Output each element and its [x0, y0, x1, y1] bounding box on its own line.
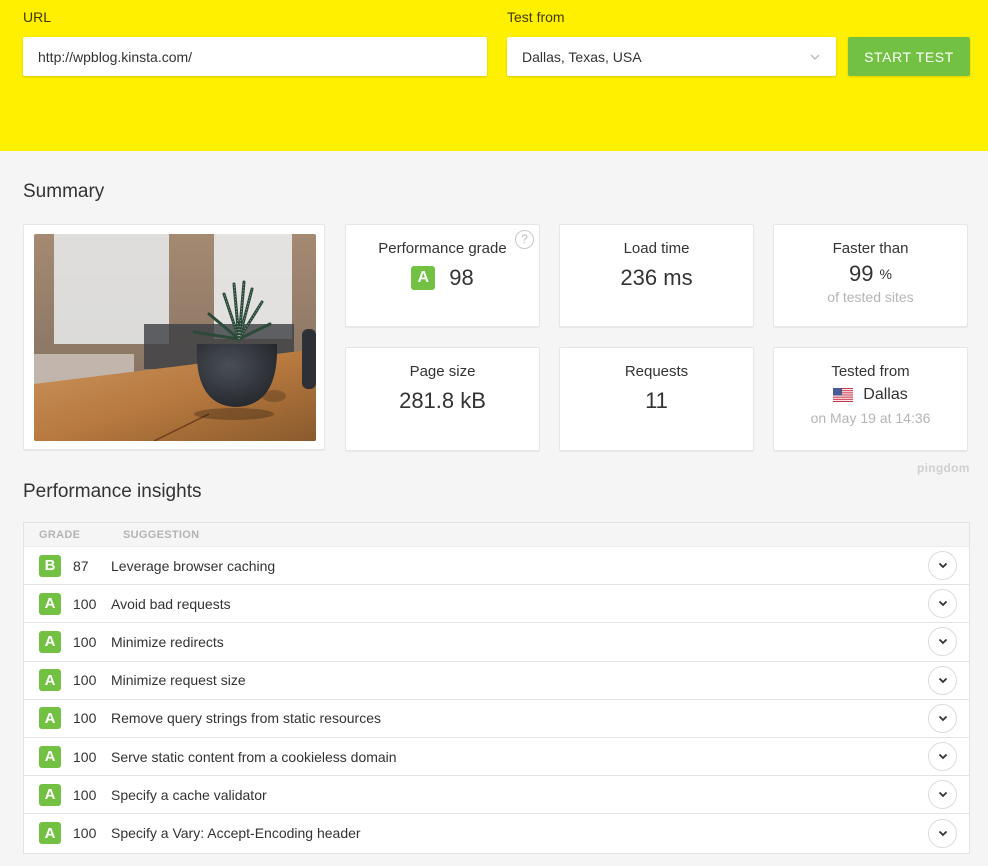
help-icon[interactable]: ? [515, 230, 534, 249]
suggestion-text: Remove query strings from static resourc… [111, 710, 381, 727]
performance-grade-label: Performance grade [378, 240, 507, 257]
page-size-value: 281.8 kB [399, 388, 486, 413]
grade-badge: A [39, 783, 61, 806]
chevron-down-icon [938, 792, 947, 798]
grade-badge: A [39, 630, 61, 653]
tested-from-date: on May 19 at 14:36 [810, 410, 931, 426]
grade-score: 100 [73, 633, 97, 650]
website-screenshot [34, 234, 316, 441]
suggestion-text: Minimize request size [111, 672, 246, 689]
expand-button[interactable] [928, 818, 957, 848]
grade-badge: A [39, 669, 61, 692]
expand-button[interactable] [928, 780, 957, 810]
table-row[interactable]: A 100 Specify a cache validator [24, 776, 969, 815]
chevron-down-icon [938, 753, 947, 760]
chevron-down-icon [938, 677, 947, 683]
load-time-label: Load time [623, 240, 690, 257]
expand-button[interactable] [928, 703, 957, 733]
column-header-grade: GRADE [39, 528, 81, 541]
table-row[interactable]: B 87 Leverage browser caching [24, 547, 969, 586]
test-location-value: Dallas, Texas, USA [522, 48, 642, 65]
suggestion-text: Specify a Vary: Accept-Encoding header [111, 825, 361, 842]
expand-button[interactable] [928, 742, 957, 772]
url-label: URL [23, 9, 52, 25]
insights-table: GRADE SUGGESTION B 87 Leverage browser c… [23, 522, 970, 854]
tested-from-label: Tested from [831, 363, 910, 380]
expand-button[interactable] [928, 589, 957, 619]
grade-badge: A [39, 822, 61, 845]
table-row[interactable]: A 100 Avoid bad requests [24, 585, 969, 624]
pingdom-logo: pingdom [917, 461, 970, 475]
test-form-header: URL Test from Dallas, Texas, USA START T… [0, 0, 988, 151]
tested-from-location: Dallas [863, 386, 908, 403]
table-row[interactable]: A 100 Minimize redirects [24, 623, 969, 662]
chevron-down-icon [938, 562, 947, 569]
table-row[interactable]: A 100 Specify a Vary: Accept-Encoding he… [24, 814, 969, 852]
grade-badge: A [411, 266, 436, 290]
suggestion-text: Leverage browser caching [111, 557, 276, 574]
start-test-button[interactable]: START TEST [848, 37, 970, 76]
us-flag-icon [833, 388, 854, 402]
test-from-label: Test from [507, 9, 565, 25]
grade-score: 100 [73, 825, 97, 842]
requests-card: Requests 11 [559, 347, 754, 451]
chevron-down-icon [809, 51, 821, 63]
faster-than-sub: of tested sites [827, 289, 914, 305]
expand-button[interactable] [928, 665, 957, 695]
chevron-down-icon [938, 715, 947, 722]
grade-badge: A [39, 592, 61, 615]
grade-score: 100 [73, 672, 97, 689]
url-input[interactable] [23, 37, 487, 76]
test-location-select[interactable]: Dallas, Texas, USA [507, 37, 836, 76]
suggestion-text: Minimize redirects [111, 633, 224, 650]
grade-badge: A [39, 745, 61, 768]
grade-badge: B [39, 554, 61, 577]
load-time-value: 236 ms [620, 265, 693, 290]
page-size-card: Page size 281.8 kB [345, 347, 540, 451]
grade-badge: A [39, 707, 61, 730]
column-header-suggestion: SUGGESTION [123, 528, 200, 541]
table-row[interactable]: A 100 Minimize request size [24, 662, 969, 700]
performance-grade-value: 98 [449, 265, 474, 290]
suggestion-text: Avoid bad requests [111, 595, 231, 612]
chevron-down-icon [938, 601, 947, 607]
table-row[interactable]: A 100 Remove query strings from static r… [24, 700, 969, 738]
summary-title: Summary [23, 181, 105, 202]
screenshot-card [23, 224, 325, 450]
faster-than-card: Faster than 99 % of tested sites [773, 224, 968, 327]
table-header: GRADE SUGGESTION [24, 523, 969, 547]
faster-than-value: 99 [849, 261, 874, 286]
expand-button[interactable] [928, 551, 957, 581]
chevron-down-icon [938, 639, 947, 645]
load-time-card: Load time 236 ms [559, 224, 754, 327]
table-row[interactable]: A 100 Serve static content from a cookie… [24, 738, 969, 777]
grade-score: 100 [73, 786, 97, 803]
suggestion-text: Specify a cache validator [111, 786, 267, 803]
chevron-down-icon [938, 830, 947, 837]
expand-button[interactable] [928, 627, 957, 657]
grade-score: 100 [73, 595, 97, 612]
grade-score: 100 [73, 710, 97, 727]
grade-score: 100 [73, 748, 97, 765]
grade-score: 87 [73, 557, 89, 574]
performance-grade-card: Performance grade ? A 98 [345, 224, 540, 327]
requests-value: 11 [645, 388, 668, 413]
page-size-label: Page size [409, 363, 476, 380]
faster-than-unit: % [879, 266, 892, 282]
insights-title: Performance insights [23, 481, 202, 502]
suggestion-text: Serve static content from a cookieless d… [111, 748, 397, 765]
tested-from-card: Tested from Dallas on May 19 at 14:36 [773, 347, 968, 451]
faster-than-label: Faster than [832, 240, 909, 257]
requests-label: Requests [624, 363, 689, 380]
